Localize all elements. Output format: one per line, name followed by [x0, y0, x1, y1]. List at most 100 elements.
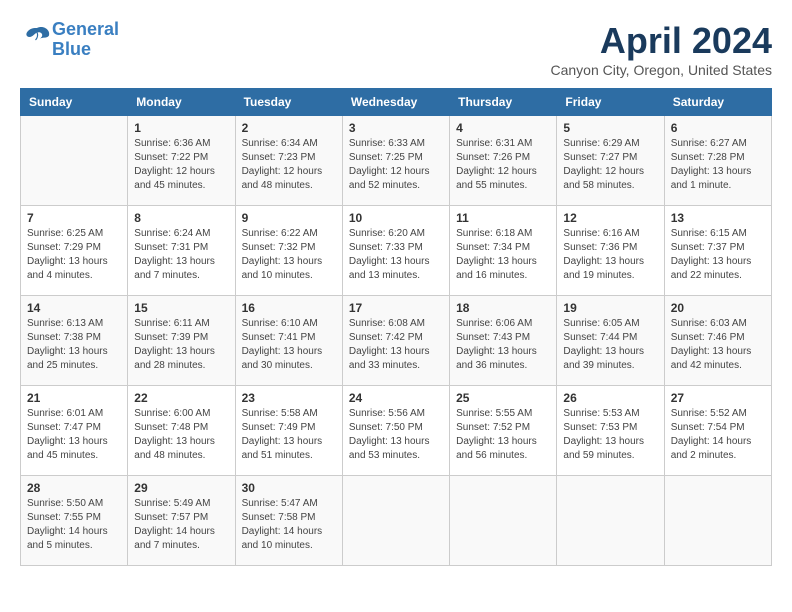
- day-number: 20: [671, 301, 765, 315]
- day-detail: Sunrise: 6:00 AM Sunset: 7:48 PM Dayligh…: [134, 407, 228, 463]
- calendar-cell: [342, 476, 449, 566]
- day-detail: Sunrise: 6:29 AM Sunset: 7:27 PM Dayligh…: [563, 137, 657, 193]
- calendar-week-1: 1 Sunrise: 6:36 AM Sunset: 7:22 PM Dayli…: [21, 116, 772, 206]
- calendar-cell: 16 Sunrise: 6:10 AM Sunset: 7:41 PM Dayl…: [235, 296, 342, 386]
- day-number: 27: [671, 391, 765, 405]
- day-number: 29: [134, 481, 228, 495]
- calendar-cell: 9 Sunrise: 6:22 AM Sunset: 7:32 PM Dayli…: [235, 206, 342, 296]
- day-number: 5: [563, 121, 657, 135]
- calendar-cell: 17 Sunrise: 6:08 AM Sunset: 7:42 PM Dayl…: [342, 296, 449, 386]
- day-detail: Sunrise: 6:06 AM Sunset: 7:43 PM Dayligh…: [456, 317, 550, 373]
- calendar-table: SundayMondayTuesdayWednesdayThursdayFrid…: [20, 88, 772, 566]
- day-detail: Sunrise: 6:31 AM Sunset: 7:26 PM Dayligh…: [456, 137, 550, 193]
- day-number: 3: [349, 121, 443, 135]
- calendar-cell: 28 Sunrise: 5:50 AM Sunset: 7:55 PM Dayl…: [21, 476, 128, 566]
- calendar-week-4: 21 Sunrise: 6:01 AM Sunset: 7:47 PM Dayl…: [21, 386, 772, 476]
- calendar-cell: [21, 116, 128, 206]
- calendar-cell: 7 Sunrise: 6:25 AM Sunset: 7:29 PM Dayli…: [21, 206, 128, 296]
- day-number: 23: [242, 391, 336, 405]
- calendar-cell: 8 Sunrise: 6:24 AM Sunset: 7:31 PM Dayli…: [128, 206, 235, 296]
- weekday-header-saturday: Saturday: [664, 89, 771, 116]
- calendar-cell: 1 Sunrise: 6:36 AM Sunset: 7:22 PM Dayli…: [128, 116, 235, 206]
- day-detail: Sunrise: 5:56 AM Sunset: 7:50 PM Dayligh…: [349, 407, 443, 463]
- day-detail: Sunrise: 6:11 AM Sunset: 7:39 PM Dayligh…: [134, 317, 228, 373]
- page-header: General Blue April 2024 Canyon City, Ore…: [20, 20, 772, 78]
- calendar-cell: 4 Sunrise: 6:31 AM Sunset: 7:26 PM Dayli…: [450, 116, 557, 206]
- calendar-week-5: 28 Sunrise: 5:50 AM Sunset: 7:55 PM Dayl…: [21, 476, 772, 566]
- day-detail: Sunrise: 5:50 AM Sunset: 7:55 PM Dayligh…: [27, 497, 121, 553]
- calendar-cell: 12 Sunrise: 6:16 AM Sunset: 7:36 PM Dayl…: [557, 206, 664, 296]
- calendar-cell: 30 Sunrise: 5:47 AM Sunset: 7:58 PM Dayl…: [235, 476, 342, 566]
- day-detail: Sunrise: 6:20 AM Sunset: 7:33 PM Dayligh…: [349, 227, 443, 283]
- day-number: 22: [134, 391, 228, 405]
- calendar-cell: 13 Sunrise: 6:15 AM Sunset: 7:37 PM Dayl…: [664, 206, 771, 296]
- calendar-cell: 10 Sunrise: 6:20 AM Sunset: 7:33 PM Dayl…: [342, 206, 449, 296]
- day-number: 1: [134, 121, 228, 135]
- day-detail: Sunrise: 6:36 AM Sunset: 7:22 PM Dayligh…: [134, 137, 228, 193]
- logo-text-line2: Blue: [52, 40, 119, 60]
- day-number: 11: [456, 211, 550, 225]
- day-detail: Sunrise: 6:34 AM Sunset: 7:23 PM Dayligh…: [242, 137, 336, 193]
- day-number: 24: [349, 391, 443, 405]
- day-detail: Sunrise: 6:24 AM Sunset: 7:31 PM Dayligh…: [134, 227, 228, 283]
- day-detail: Sunrise: 6:16 AM Sunset: 7:36 PM Dayligh…: [563, 227, 657, 283]
- day-number: 15: [134, 301, 228, 315]
- logo-text-line1: General: [52, 20, 119, 40]
- weekday-header-sunday: Sunday: [21, 89, 128, 116]
- calendar-cell: 29 Sunrise: 5:49 AM Sunset: 7:57 PM Dayl…: [128, 476, 235, 566]
- day-detail: Sunrise: 6:03 AM Sunset: 7:46 PM Dayligh…: [671, 317, 765, 373]
- day-detail: Sunrise: 5:49 AM Sunset: 7:57 PM Dayligh…: [134, 497, 228, 553]
- day-number: 4: [456, 121, 550, 135]
- calendar-cell: [557, 476, 664, 566]
- day-detail: Sunrise: 6:18 AM Sunset: 7:34 PM Dayligh…: [456, 227, 550, 283]
- day-number: 8: [134, 211, 228, 225]
- calendar-cell: [450, 476, 557, 566]
- calendar-cell: 23 Sunrise: 5:58 AM Sunset: 7:49 PM Dayl…: [235, 386, 342, 476]
- day-number: 7: [27, 211, 121, 225]
- day-detail: Sunrise: 5:53 AM Sunset: 7:53 PM Dayligh…: [563, 407, 657, 463]
- day-detail: Sunrise: 6:27 AM Sunset: 7:28 PM Dayligh…: [671, 137, 765, 193]
- calendar-cell: 25 Sunrise: 5:55 AM Sunset: 7:52 PM Dayl…: [450, 386, 557, 476]
- day-detail: Sunrise: 6:22 AM Sunset: 7:32 PM Dayligh…: [242, 227, 336, 283]
- day-detail: Sunrise: 5:58 AM Sunset: 7:49 PM Dayligh…: [242, 407, 336, 463]
- day-detail: Sunrise: 6:05 AM Sunset: 7:44 PM Dayligh…: [563, 317, 657, 373]
- day-detail: Sunrise: 6:15 AM Sunset: 7:37 PM Dayligh…: [671, 227, 765, 283]
- weekday-header-thursday: Thursday: [450, 89, 557, 116]
- day-number: 18: [456, 301, 550, 315]
- weekday-header-wednesday: Wednesday: [342, 89, 449, 116]
- day-number: 13: [671, 211, 765, 225]
- day-number: 28: [27, 481, 121, 495]
- day-number: 9: [242, 211, 336, 225]
- weekday-header-friday: Friday: [557, 89, 664, 116]
- calendar-week-3: 14 Sunrise: 6:13 AM Sunset: 7:38 PM Dayl…: [21, 296, 772, 386]
- day-number: 2: [242, 121, 336, 135]
- calendar-cell: 3 Sunrise: 6:33 AM Sunset: 7:25 PM Dayli…: [342, 116, 449, 206]
- calendar-cell: 22 Sunrise: 6:00 AM Sunset: 7:48 PM Dayl…: [128, 386, 235, 476]
- calendar-cell: 14 Sunrise: 6:13 AM Sunset: 7:38 PM Dayl…: [21, 296, 128, 386]
- day-detail: Sunrise: 6:10 AM Sunset: 7:41 PM Dayligh…: [242, 317, 336, 373]
- day-detail: Sunrise: 6:33 AM Sunset: 7:25 PM Dayligh…: [349, 137, 443, 193]
- calendar-cell: 20 Sunrise: 6:03 AM Sunset: 7:46 PM Dayl…: [664, 296, 771, 386]
- day-detail: Sunrise: 5:55 AM Sunset: 7:52 PM Dayligh…: [456, 407, 550, 463]
- title-block: April 2024 Canyon City, Oregon, United S…: [550, 20, 772, 78]
- logo: General Blue: [20, 20, 119, 60]
- calendar-cell: 2 Sunrise: 6:34 AM Sunset: 7:23 PM Dayli…: [235, 116, 342, 206]
- day-number: 19: [563, 301, 657, 315]
- calendar-cell: 6 Sunrise: 6:27 AM Sunset: 7:28 PM Dayli…: [664, 116, 771, 206]
- day-number: 14: [27, 301, 121, 315]
- calendar-cell: 21 Sunrise: 6:01 AM Sunset: 7:47 PM Dayl…: [21, 386, 128, 476]
- location: Canyon City, Oregon, United States: [550, 62, 772, 78]
- day-detail: Sunrise: 6:13 AM Sunset: 7:38 PM Dayligh…: [27, 317, 121, 373]
- calendar-week-2: 7 Sunrise: 6:25 AM Sunset: 7:29 PM Dayli…: [21, 206, 772, 296]
- day-number: 26: [563, 391, 657, 405]
- day-detail: Sunrise: 5:47 AM Sunset: 7:58 PM Dayligh…: [242, 497, 336, 553]
- day-number: 12: [563, 211, 657, 225]
- month-title: April 2024: [550, 20, 772, 62]
- weekday-header-tuesday: Tuesday: [235, 89, 342, 116]
- calendar-cell: 5 Sunrise: 6:29 AM Sunset: 7:27 PM Dayli…: [557, 116, 664, 206]
- day-detail: Sunrise: 5:52 AM Sunset: 7:54 PM Dayligh…: [671, 407, 765, 463]
- calendar-cell: 26 Sunrise: 5:53 AM Sunset: 7:53 PM Dayl…: [557, 386, 664, 476]
- day-number: 30: [242, 481, 336, 495]
- calendar-cell: 27 Sunrise: 5:52 AM Sunset: 7:54 PM Dayl…: [664, 386, 771, 476]
- day-detail: Sunrise: 6:08 AM Sunset: 7:42 PM Dayligh…: [349, 317, 443, 373]
